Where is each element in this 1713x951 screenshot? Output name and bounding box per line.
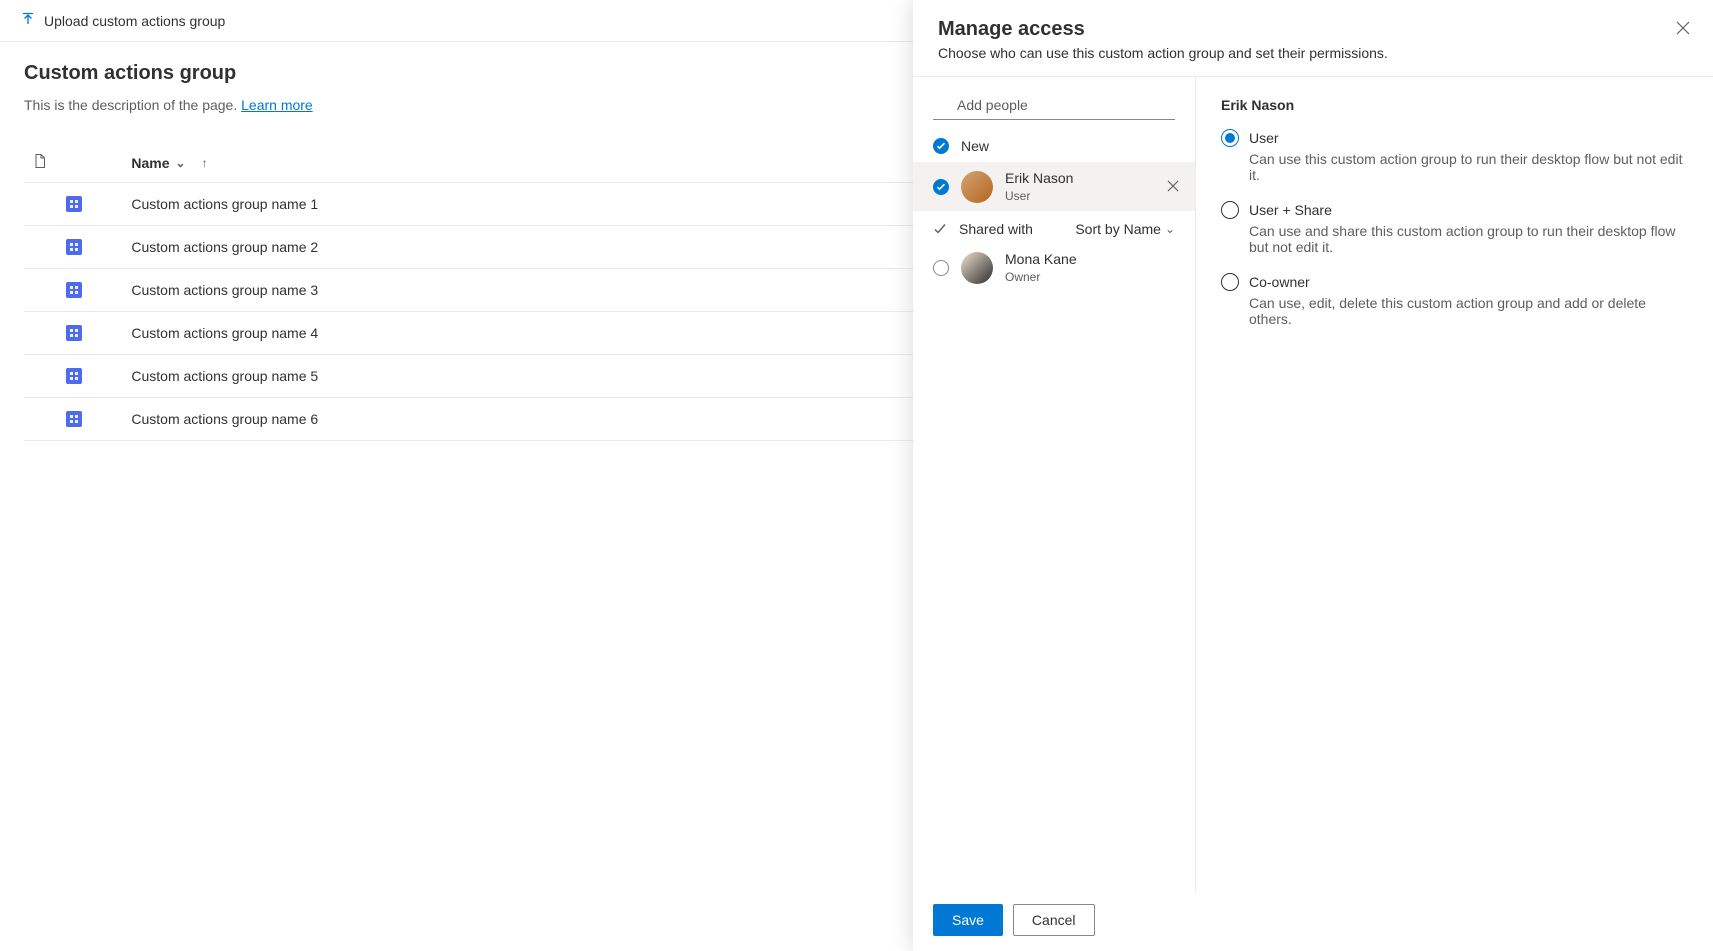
cancel-button[interactable]: Cancel xyxy=(1013,904,1095,936)
cell-name: Custom actions group name 2 xyxy=(123,226,993,269)
checkmark-icon xyxy=(933,222,947,236)
chevron-down-icon: ⌄ xyxy=(1165,222,1175,236)
close-icon xyxy=(1167,180,1179,192)
permission-description: Can use, edit, delete this custom action… xyxy=(1249,295,1688,327)
upload-icon xyxy=(20,11,36,30)
permission-option: User + Share Can use and share this custo… xyxy=(1221,201,1688,255)
cell-name: Custom actions group name 6 xyxy=(123,398,993,441)
person-info: Erik Nason User xyxy=(1005,170,1151,203)
upload-custom-actions-group-button[interactable]: Upload custom actions group xyxy=(20,11,225,30)
custom-actions-group-icon xyxy=(66,411,82,427)
custom-actions-group-icon xyxy=(66,239,82,255)
new-section-label: New xyxy=(961,138,989,154)
close-icon xyxy=(1676,21,1690,35)
unchecked-circle-icon xyxy=(933,260,949,276)
chevron-down-icon: ⌄ xyxy=(176,156,186,170)
learn-more-link[interactable]: Learn more xyxy=(241,97,313,113)
shared-with-header: Shared with Sort by Name ⌄ xyxy=(913,211,1195,243)
sort-ascending-icon: ↑ xyxy=(202,156,208,170)
panel-header: Manage access Choose who can use this cu… xyxy=(913,0,1713,77)
person-role: User xyxy=(1005,189,1151,203)
column-header-name[interactable]: Name ⌄ ↑ xyxy=(123,143,993,183)
permission-description: Can use and share this custom action gro… xyxy=(1249,223,1688,255)
person-row-erik-nason[interactable]: Erik Nason User xyxy=(913,162,1195,211)
manage-access-panel: Manage access Choose who can use this cu… xyxy=(913,0,1713,951)
panel-people-list: New Erik Nason User Shared with xyxy=(913,77,1196,892)
save-button[interactable]: Save xyxy=(933,904,1003,936)
cell-name: Custom actions group name 4 xyxy=(123,312,993,355)
avatar xyxy=(961,171,993,203)
new-section-header[interactable]: New xyxy=(913,130,1195,162)
permission-radio-user-share[interactable]: User + Share xyxy=(1221,201,1688,219)
person-name: Erik Nason xyxy=(1005,170,1151,187)
custom-actions-group-icon xyxy=(66,325,82,341)
radio-icon xyxy=(1221,273,1239,291)
person-info: Mona Kane Owner xyxy=(1005,251,1183,284)
cell-name: Custom actions group name 3 xyxy=(123,269,993,312)
radio-icon xyxy=(1221,201,1239,219)
cell-name: Custom actions group name 5 xyxy=(123,355,993,398)
sort-by-dropdown[interactable]: Sort by Name ⌄ xyxy=(1075,221,1175,237)
radio-icon xyxy=(1221,129,1239,147)
permission-option: Co-owner Can use, edit, delete this custo… xyxy=(1221,273,1688,327)
permission-label: User + Share xyxy=(1249,202,1332,218)
permission-label: User xyxy=(1249,130,1279,146)
panel-title: Manage access xyxy=(938,18,1688,41)
person-role: Owner xyxy=(1005,270,1183,284)
panel-subtitle: Choose who can use this custom action gr… xyxy=(938,45,1688,61)
avatar xyxy=(961,252,993,284)
cell-name: Custom actions group name 1 xyxy=(123,183,993,226)
permission-description: Can use this custom action group to run … xyxy=(1249,151,1688,183)
remove-person-button[interactable] xyxy=(1163,175,1183,199)
panel-body: New Erik Nason User Shared with xyxy=(913,77,1713,892)
panel-close-button[interactable] xyxy=(1673,18,1693,38)
panel-footer: Save Cancel xyxy=(913,892,1713,951)
custom-actions-group-icon xyxy=(66,368,82,384)
sort-by-label: Sort by Name xyxy=(1075,221,1161,237)
permission-label: Co-owner xyxy=(1249,274,1310,290)
checkmark-icon xyxy=(933,138,949,154)
permissions-title: Erik Nason xyxy=(1221,97,1688,113)
person-name: Mona Kane xyxy=(1005,251,1183,268)
panel-permissions: Erik Nason User Can use this custom actio… xyxy=(1196,77,1713,892)
page-desc-text: This is the description of the page. xyxy=(24,97,241,113)
custom-actions-group-icon xyxy=(66,282,82,298)
custom-actions-group-icon xyxy=(66,196,82,212)
column-header-fileicon[interactable] xyxy=(24,143,123,183)
column-header-name-label: Name xyxy=(131,155,169,171)
permission-radio-co-owner[interactable]: Co-owner xyxy=(1221,273,1688,291)
shared-with-label: Shared with xyxy=(959,221,1033,237)
checkmark-icon xyxy=(933,179,949,195)
add-people-input[interactable] xyxy=(933,91,1175,120)
permission-radio-user[interactable]: User xyxy=(1221,129,1688,147)
upload-label: Upload custom actions group xyxy=(44,13,225,29)
file-icon xyxy=(32,153,48,169)
person-row-mona-kane[interactable]: Mona Kane Owner xyxy=(913,243,1195,292)
permission-option: User Can use this custom action group to … xyxy=(1221,129,1688,183)
